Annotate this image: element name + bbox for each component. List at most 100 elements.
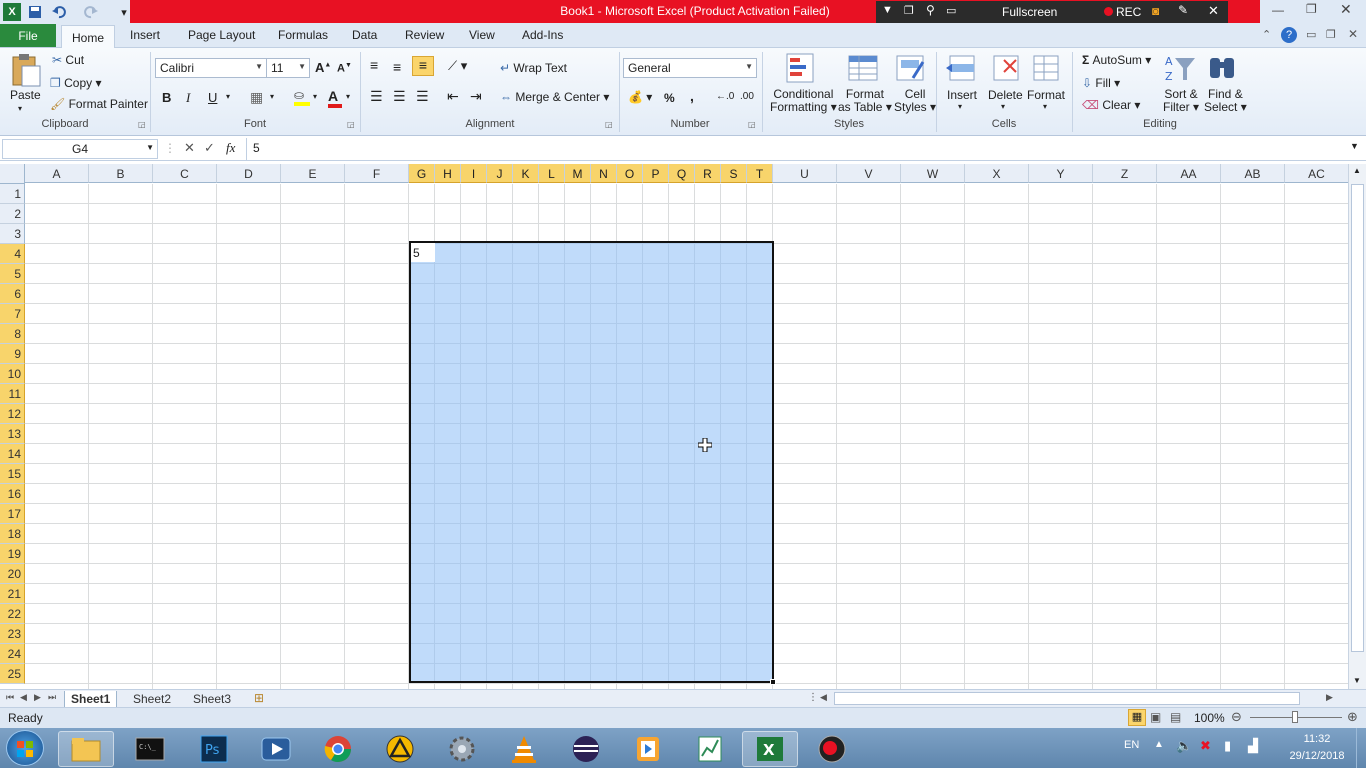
select-all-corner[interactable]: [0, 164, 25, 184]
tab-review[interactable]: Review: [405, 28, 444, 42]
rec-label[interactable]: REC: [1116, 5, 1141, 19]
row-header-7[interactable]: 7: [0, 304, 25, 324]
scroll-left-icon[interactable]: ◀: [820, 692, 827, 703]
font-launcher-icon[interactable]: ◲: [347, 120, 355, 129]
tab-file[interactable]: File: [0, 24, 56, 47]
tab-page-layout[interactable]: Page Layout: [188, 28, 255, 42]
last-sheet-icon[interactable]: ⏭: [48, 692, 56, 703]
column-header-x[interactable]: X: [965, 164, 1029, 183]
paste-icon[interactable]: [8, 52, 42, 92]
eclipse-icon[interactable]: [558, 731, 614, 767]
tab-add-ins[interactable]: Add-Ins: [522, 28, 563, 42]
cut-button[interactable]: ✂ Cut: [52, 53, 84, 67]
row-header-25[interactable]: 25: [0, 664, 25, 684]
merge-center-button[interactable]: ⇔ Merge & Center ▾: [500, 90, 609, 104]
decrease-decimal-icon[interactable]: .00: [740, 91, 754, 102]
font-size-select[interactable]: 11 ▼: [266, 58, 310, 78]
zoom-level[interactable]: 100%: [1194, 711, 1225, 725]
align-center-icon[interactable]: ☰: [393, 88, 406, 105]
minimize-icon[interactable]: —: [1272, 3, 1284, 17]
doc-minimize-icon[interactable]: ▭: [1306, 28, 1316, 41]
zoom-slider-thumb[interactable]: [1292, 711, 1298, 723]
row-header-11[interactable]: 11: [0, 384, 25, 404]
row-header-18[interactable]: 18: [0, 524, 25, 544]
align-middle-icon[interactable]: ≡: [393, 59, 401, 75]
first-sheet-icon[interactable]: ⏮: [6, 692, 14, 703]
align-bottom-icon[interactable]: ≡: [412, 56, 434, 76]
row-header-12[interactable]: 12: [0, 404, 25, 424]
worksheet-grid[interactable]: A B C D E F G H I J K L M N O P Q R S T U V W X Y Z AA AB AC 1234567…: [0, 164, 1348, 689]
row-header-20[interactable]: 20: [0, 564, 25, 584]
clipboard-launcher-icon[interactable]: ◲: [138, 120, 146, 129]
increase-indent-icon[interactable]: ⇥: [470, 88, 482, 105]
column-header-u[interactable]: U: [773, 164, 837, 183]
fill-color-icon[interactable]: ⛀: [294, 88, 310, 106]
pen-icon[interactable]: ✎: [1178, 3, 1188, 17]
row-header-15[interactable]: 15: [0, 464, 25, 484]
column-header-ac[interactable]: AC: [1285, 164, 1348, 183]
font-color-dropdown-icon[interactable]: ▾: [346, 92, 350, 101]
align-left-icon[interactable]: ☰: [370, 88, 383, 105]
comma-button[interactable]: ,: [690, 88, 694, 104]
column-header-a[interactable]: A: [25, 164, 89, 183]
zoom-in-icon[interactable]: ⊕: [1347, 709, 1358, 725]
scroll-right-icon[interactable]: ▶: [1326, 692, 1333, 703]
media-player-icon[interactable]: [248, 731, 304, 767]
row-header-16[interactable]: 16: [0, 484, 25, 504]
photoshop-icon[interactable]: Ps: [186, 731, 242, 767]
redo-icon[interactable]: [82, 3, 100, 21]
cell-styles-button[interactable]: Cell Styles ▾: [894, 88, 936, 114]
clock-time[interactable]: 11:32: [1297, 733, 1337, 745]
settings-gear-icon[interactable]: [434, 731, 490, 767]
number-launcher-icon[interactable]: ◲: [748, 120, 756, 129]
column-header-g[interactable]: G: [409, 164, 435, 183]
column-header-o[interactable]: O: [617, 164, 643, 183]
number-format-select[interactable]: General ▼: [623, 58, 757, 78]
sheet-tab-sheet2[interactable]: Sheet2: [127, 691, 177, 707]
delete-button[interactable]: Delete: [988, 88, 1023, 102]
row-header-4[interactable]: 4: [0, 244, 25, 264]
row-header-5[interactable]: 5: [0, 264, 25, 284]
format-dropdown-icon[interactable]: ▾: [1043, 102, 1047, 111]
tab-insert[interactable]: Insert: [130, 28, 160, 42]
row-header-13[interactable]: 13: [0, 424, 25, 444]
vertical-scroll-thumb[interactable]: [1351, 184, 1364, 652]
autosum-button[interactable]: Σ AutoSum ▾: [1082, 53, 1151, 67]
video-player-icon[interactable]: [620, 731, 676, 767]
row-header-9[interactable]: 9: [0, 344, 25, 364]
tab-data[interactable]: Data: [352, 28, 377, 42]
column-header-m[interactable]: M: [565, 164, 591, 183]
screen-recorder-icon[interactable]: [804, 731, 860, 767]
grow-font-icon[interactable]: A▲: [315, 60, 331, 75]
battery-icon[interactable]: ▮: [1224, 738, 1231, 754]
font-color-icon[interactable]: A: [328, 88, 342, 108]
doc-close-icon[interactable]: ✕: [1348, 27, 1358, 41]
column-header-l[interactable]: L: [539, 164, 565, 183]
column-header-aa[interactable]: AA: [1157, 164, 1221, 183]
row-header-23[interactable]: 23: [0, 624, 25, 644]
volume-icon[interactable]: 🔈: [1176, 738, 1192, 754]
format-as-table-button[interactable]: Format as Table ▾: [838, 88, 892, 114]
close-recorder-icon[interactable]: ✕: [1208, 3, 1219, 19]
row-header-1[interactable]: 1: [0, 184, 25, 204]
row-header-21[interactable]: 21: [0, 584, 25, 604]
formula-input[interactable]: 5: [246, 138, 1348, 160]
vertical-scrollbar[interactable]: ▲ ▼: [1348, 164, 1366, 690]
row-header-19[interactable]: 19: [0, 544, 25, 564]
row-header-22[interactable]: 22: [0, 604, 25, 624]
zoom-out-icon[interactable]: ⊖: [1231, 709, 1242, 725]
conditional-formatting-button[interactable]: Conditional Formatting ▾: [770, 88, 837, 114]
sort-filter-button[interactable]: Sort & Filter ▾: [1163, 88, 1199, 114]
page-layout-view-icon[interactable]: ▣: [1150, 710, 1161, 724]
doc-restore-icon[interactable]: ❐: [1326, 28, 1336, 41]
cancel-entry-icon[interactable]: ✕: [184, 140, 195, 156]
currency-icon[interactable]: 💰 ▾: [628, 90, 652, 104]
horizontal-scroll-thumb[interactable]: [834, 692, 1300, 705]
maximize-icon[interactable]: ❐: [1306, 2, 1317, 16]
column-header-p[interactable]: P: [643, 164, 669, 183]
column-header-r[interactable]: R: [695, 164, 721, 183]
row-header-2[interactable]: 2: [0, 204, 25, 224]
italic-button[interactable]: I: [186, 90, 190, 106]
column-header-e[interactable]: E: [281, 164, 345, 183]
clock-date[interactable]: 29/12/2018: [1287, 750, 1347, 762]
